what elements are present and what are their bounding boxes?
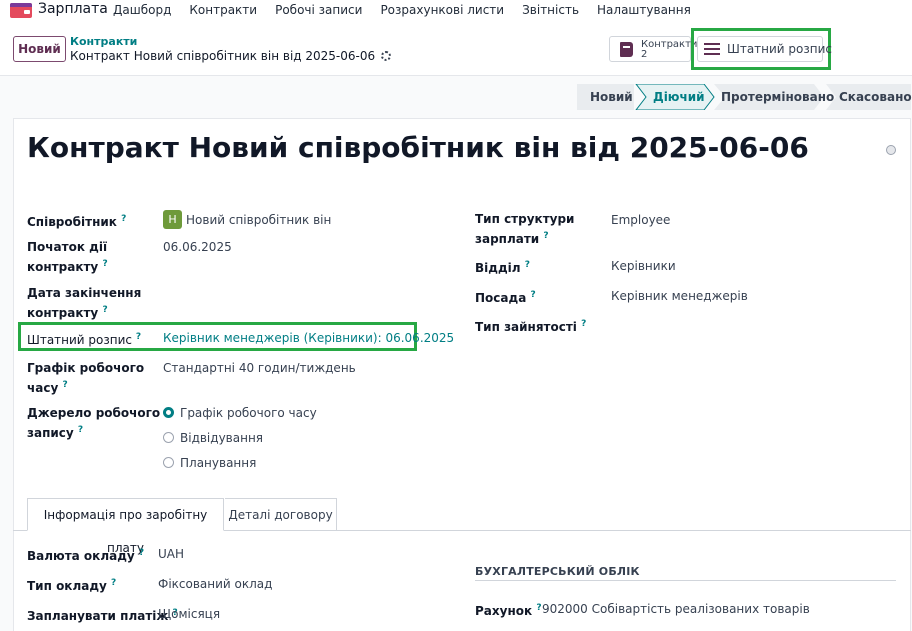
breadcrumb-current: Контракт Новий співробітник він від 2025… — [70, 49, 392, 63]
contracts-smart-count: 2 — [641, 49, 648, 60]
structure-type-label: Тип структури зарплати ? — [475, 212, 575, 246]
stage-new[interactable]: Новий — [590, 90, 633, 104]
main-menu: Дашборд Контракти Робочі записи Розрахун… — [113, 3, 709, 17]
schedule-pay-field[interactable]: Щомісяця — [158, 607, 220, 621]
wage-type-field[interactable]: Фіксований оклад — [158, 577, 272, 591]
menu-item-settings[interactable]: Налаштування — [597, 3, 691, 17]
structure-type-field[interactable]: Employee — [611, 213, 670, 227]
start-date-field[interactable]: 06.06.2025 — [163, 240, 232, 254]
stage-cancelled[interactable]: Скасовано — [839, 90, 912, 104]
menu-item-work-entries[interactable]: Робочі записи — [275, 3, 362, 17]
radio-attendance[interactable]: Відвідування — [163, 431, 263, 445]
schedule-label: Графік робочого часу ? — [27, 361, 145, 395]
radio-unchecked-icon — [163, 432, 174, 443]
contracts-smart-button[interactable]: Контракти 2 — [609, 36, 697, 62]
employee-avatar: Н — [163, 210, 182, 229]
top-navbar: Зарплата Дашборд Контракти Робочі записи… — [0, 0, 912, 28]
menu-item-payslips[interactable]: Розрахункові листи — [380, 3, 504, 17]
employee-field[interactable]: Н Новий співробітник він — [163, 210, 331, 229]
work-entry-source-label: Джерело робочого запису ? — [27, 406, 161, 440]
menu-item-dashboard[interactable]: Дашборд — [113, 3, 171, 17]
menu-item-reporting[interactable]: Звітність — [522, 3, 579, 17]
book-icon — [620, 42, 633, 57]
end-date-label: Дата закінчення контракту ? — [27, 286, 142, 320]
schedule-pay-label: Запланувати платіж ? — [27, 608, 178, 623]
employee-label: Співробітник ? — [27, 214, 127, 229]
contracts-smart-label: Контракти — [641, 39, 698, 50]
employee-value: Новий співробітник він — [186, 213, 332, 227]
currency-field[interactable]: UAH — [158, 547, 184, 561]
tab-contract-details[interactable]: Деталі договору — [225, 498, 337, 531]
accounting-section-title: БУХГАЛТЕРСЬКИЙ ОБЛІК — [475, 565, 640, 578]
staff-list-smart-button[interactable]: Штатний розпис — [697, 36, 832, 62]
employment-type-label: Тип зайнятості ? — [475, 319, 587, 334]
wage-type-label: Тип окладу ? — [27, 578, 117, 593]
payroll-app-icon[interactable] — [10, 3, 32, 18]
radio-checked-icon — [163, 407, 174, 418]
tab-salary-info[interactable]: Інформація про заробітну плату — [27, 498, 224, 555]
list-icon — [704, 43, 720, 55]
control-panel: Новий Контракти Контракт Новий співробіт… — [0, 28, 912, 76]
position-label: Посада ? — [475, 290, 536, 305]
account-label: Рахунок ? — [475, 603, 542, 618]
contract-title[interactable]: Контракт Новий співробітник він від 2025… — [27, 131, 809, 164]
gear-icon[interactable] — [381, 51, 392, 61]
start-date-label: Початок дії контракту ? — [27, 240, 108, 274]
department-label: Відділ ? — [475, 260, 530, 275]
department-field[interactable]: Керівники — [611, 259, 676, 273]
schedule-field[interactable]: Стандартні 40 годин/тиждень — [163, 361, 356, 375]
radio-schedule[interactable]: Графік робочого часу — [163, 406, 317, 420]
app-name[interactable]: Зарплата — [38, 1, 108, 17]
staff-position-link[interactable]: Керівник менеджерів (Керівники): 06.06.2… — [163, 331, 454, 345]
breadcrumb-parent[interactable]: Контракти — [70, 35, 137, 48]
account-field[interactable]: 902000 Собівартість реалізованих товарів — [542, 602, 810, 616]
breadcrumb-current-text: Контракт Новий співробітник він від 2025… — [70, 49, 376, 63]
radio-planning[interactable]: Планування — [163, 456, 256, 470]
position-field[interactable]: Керівник менеджерів — [611, 289, 748, 303]
new-button[interactable]: Новий — [13, 36, 66, 62]
staff-list-smart-label: Штатний розпис — [727, 42, 833, 56]
stage-expired[interactable]: Протерміновано — [721, 90, 834, 104]
currency-label: Валюта окладу ? — [27, 548, 145, 563]
menu-item-contracts[interactable]: Контракти — [189, 3, 257, 17]
accounting-section-divider — [475, 580, 896, 581]
stage-active[interactable]: Діючий — [653, 90, 705, 104]
form-sheet — [13, 118, 911, 631]
staff-position-label: Штатний розпис ? — [27, 332, 142, 347]
radio-unchecked-icon — [163, 457, 174, 468]
status-indicator[interactable] — [886, 145, 896, 155]
